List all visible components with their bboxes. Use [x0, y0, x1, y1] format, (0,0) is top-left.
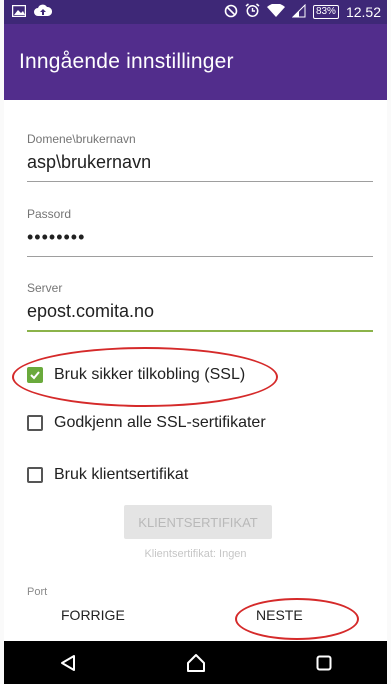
client-cert-checkbox[interactable]	[27, 467, 43, 483]
previous-button[interactable]: FORRIGE	[61, 607, 125, 623]
app-bar: Inngående innstillinger	[4, 24, 387, 100]
client-cert-checkbox-row[interactable]: Bruk klientsertifikat	[27, 466, 188, 484]
client-certificate-button[interactable]: KLIENTSERTIFIKAT	[124, 505, 272, 539]
accept-all-ssl-checkbox-row[interactable]: Godkjenn alle SSL-sertifikater	[27, 414, 266, 432]
alarm-icon	[245, 3, 260, 21]
battery-indicator: 83%	[312, 5, 339, 19]
client-certificate-status: Klientsertifikat: Ingen	[144, 548, 247, 560]
recent-apps-icon[interactable]	[316, 655, 332, 671]
server-field[interactable]: Server epost.comita.no	[27, 281, 373, 332]
cloud-upload-icon	[34, 4, 53, 20]
settings-form: Domene\brukernavn asp\brukernavn Passord…	[4, 100, 387, 595]
status-bar: 83% 12.52	[4, 0, 387, 24]
bottom-button-bar: FORRIGE NESTE	[4, 595, 387, 641]
accept-all-ssl-label: Godkjenn alle SSL-sertifikater	[54, 414, 266, 431]
password-label: Passord	[27, 207, 72, 221]
accept-all-ssl-checkbox[interactable]	[27, 415, 43, 431]
page-title: Inngående innstillinger	[19, 50, 234, 73]
clock: 12.52	[345, 4, 381, 20]
password-field[interactable]: Passord ••••••••	[27, 207, 373, 257]
do-not-disturb-icon	[224, 4, 238, 21]
app-screen: 83% 12.52 Inngående innstillinger Domene…	[4, 0, 387, 684]
client-cert-label: Bruk klientsertifikat	[54, 466, 189, 483]
wifi-icon	[266, 2, 285, 21]
server-label: Server	[27, 281, 63, 295]
signal-icon	[291, 3, 306, 21]
checkmark-icon	[30, 371, 40, 380]
port-label: Port	[27, 586, 48, 595]
ssl-checkbox[interactable]	[27, 367, 43, 383]
home-icon[interactable]	[186, 653, 206, 673]
domain-username-label: Domene\brukernavn	[27, 132, 136, 146]
ssl-label: Bruk sikker tilkobling (SSL)	[54, 366, 246, 383]
next-button[interactable]: NESTE	[256, 607, 303, 623]
ssl-checkbox-row[interactable]: Bruk sikker tilkobling (SSL)	[27, 366, 245, 384]
domain-username-field[interactable]: Domene\brukernavn asp\brukernavn	[27, 132, 373, 182]
password-input[interactable]: ••••••••	[27, 227, 373, 257]
back-icon[interactable]	[59, 654, 77, 672]
battery-percent: 83%	[312, 5, 339, 19]
domain-username-input[interactable]: asp\brukernavn	[27, 152, 373, 182]
image-icon	[11, 4, 27, 20]
system-navigation-bar	[4, 641, 387, 684]
server-input[interactable]: epost.comita.no	[27, 301, 373, 332]
